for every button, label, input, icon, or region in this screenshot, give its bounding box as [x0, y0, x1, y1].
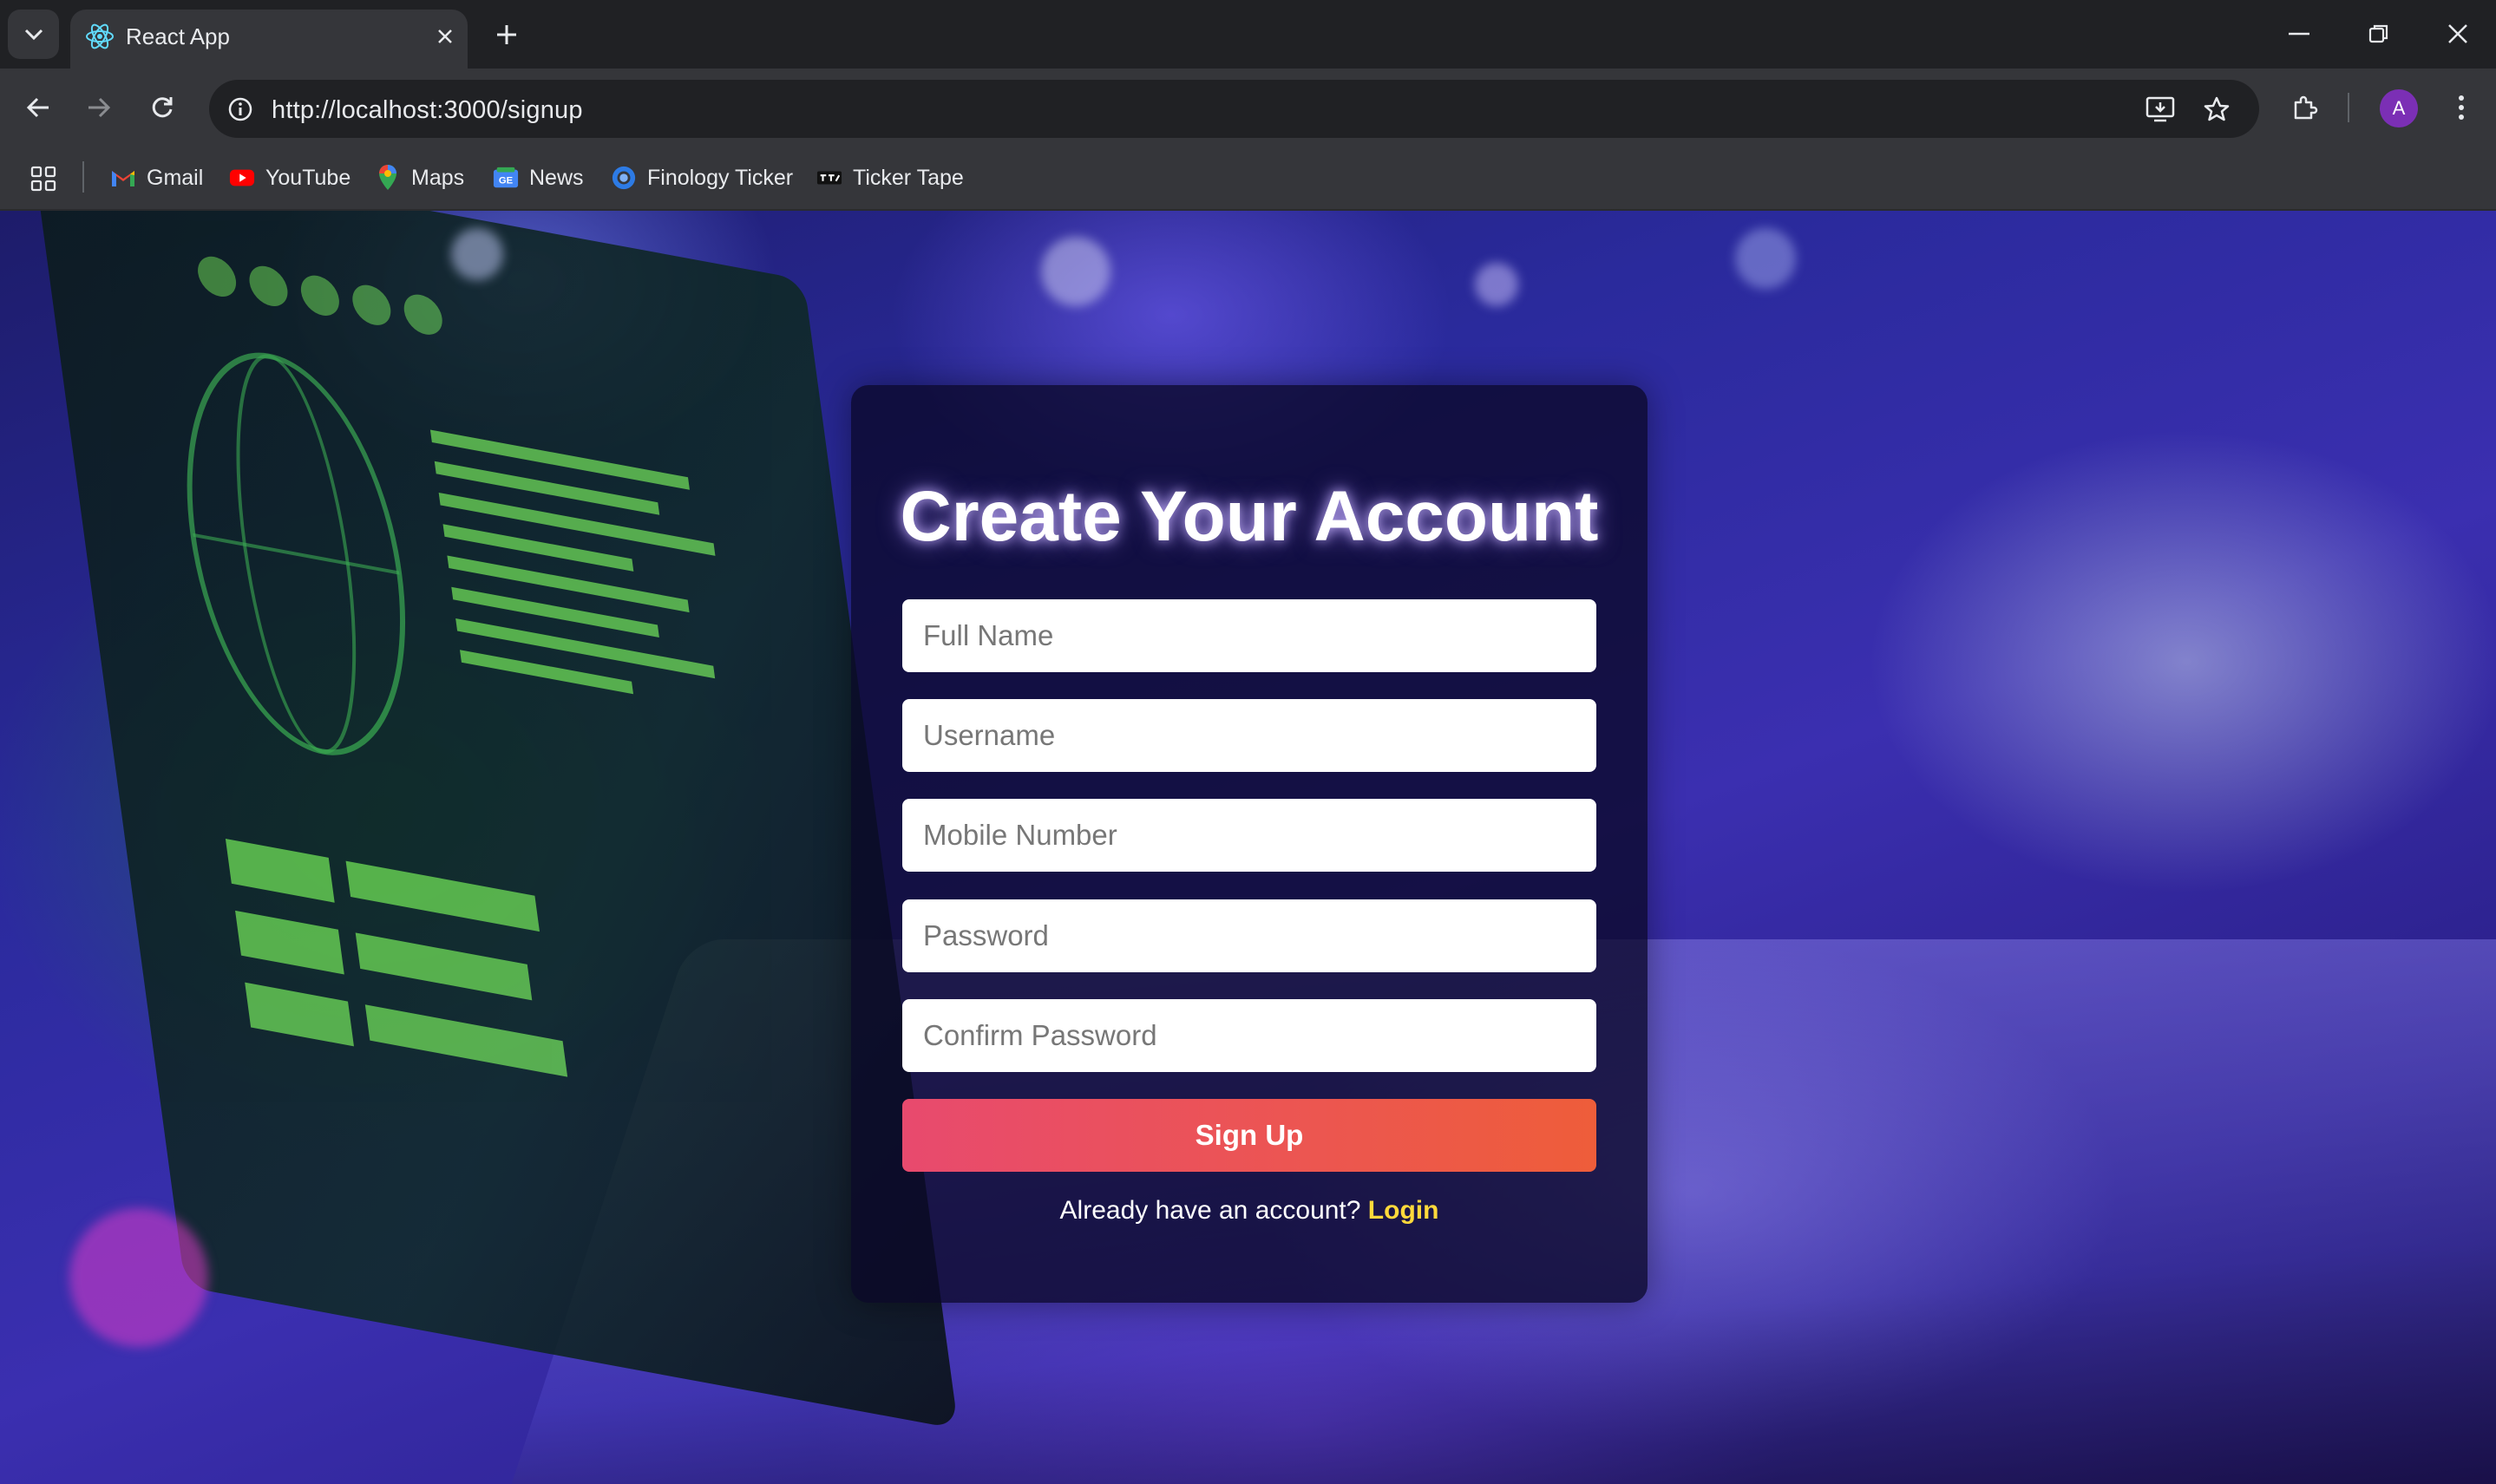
confirm-password-input[interactable] — [902, 999, 1596, 1072]
chevron-down-icon — [24, 29, 43, 40]
bookmark-youtube[interactable]: YouTube — [229, 160, 350, 196]
minimize-button[interactable] — [2273, 12, 2325, 56]
apps-grid-icon[interactable] — [26, 161, 61, 196]
username-input[interactable] — [902, 699, 1596, 772]
bookmark-news[interactable]: GE News — [493, 160, 584, 196]
close-icon — [2448, 24, 2467, 43]
background-bokeh — [69, 1208, 208, 1347]
install-app-icon[interactable] — [2141, 90, 2179, 128]
url-text[interactable]: http://localhost:3000/signup — [272, 96, 583, 125]
signup-card: Create Your Account Sign Up Already have… — [851, 385, 1648, 1303]
youtube-icon — [229, 165, 255, 191]
tab-title: React App — [126, 23, 230, 49]
bookmark-star-icon[interactable] — [2198, 90, 2236, 128]
login-link[interactable]: Login — [1368, 1196, 1439, 1225]
news-icon: GE — [493, 165, 519, 191]
signup-page: Create Your Account Sign Up Already have… — [0, 211, 2496, 1484]
mobile-number-input[interactable] — [902, 799, 1596, 872]
bookmarks-bar: Gmail YouTube Maps GE News Finology Tick… — [0, 147, 2496, 211]
new-tab-button[interactable] — [488, 17, 526, 52]
maps-icon — [375, 165, 401, 191]
login-prompt: Already have an account? Login — [851, 1196, 1648, 1226]
bookmarks-divider — [82, 161, 84, 193]
bookmark-maps[interactable]: Maps — [375, 160, 464, 196]
forward-button[interactable] — [79, 88, 119, 127]
restore-icon — [2368, 24, 2388, 43]
gmail-icon — [110, 165, 136, 191]
profile-avatar[interactable]: A — [2380, 89, 2418, 127]
password-input[interactable] — [902, 899, 1596, 972]
react-icon — [84, 21, 115, 52]
background-bokeh — [451, 228, 503, 280]
toolbar-divider — [2348, 93, 2349, 122]
background-bokeh — [1041, 237, 1110, 306]
browser-toolbar: http://localhost:3000/signup A — [0, 69, 2496, 147]
minimize-icon — [2289, 32, 2309, 36]
bookmark-finology[interactable]: Finology Ticker — [611, 160, 793, 196]
reload-button[interactable] — [142, 88, 182, 127]
browser-tabstrip: React App — [0, 0, 2496, 69]
tab-search-button[interactable] — [8, 10, 59, 59]
finology-icon — [611, 165, 637, 191]
extensions-icon[interactable] — [2285, 88, 2325, 127]
back-button[interactable] — [18, 88, 58, 127]
page-title: Create Your Account — [900, 477, 1599, 556]
full-name-input[interactable] — [902, 599, 1596, 672]
tickertape-icon — [816, 165, 842, 191]
reload-icon — [152, 97, 173, 118]
svg-text:GE: GE — [499, 176, 514, 186]
site-info-icon[interactable] — [221, 90, 259, 128]
restore-button[interactable] — [2353, 12, 2405, 56]
login-prompt-text: Already have an account? — [1059, 1196, 1361, 1225]
plus-icon — [497, 25, 516, 44]
arrow-right-icon — [88, 97, 111, 118]
background-bokeh — [1475, 263, 1518, 306]
background-bokeh — [1735, 228, 1796, 289]
sign-up-button[interactable]: Sign Up — [902, 1099, 1596, 1172]
address-bar[interactable]: http://localhost:3000/signup — [209, 80, 2259, 138]
close-icon — [438, 29, 452, 43]
arrow-left-icon — [26, 97, 49, 118]
tab-close-button[interactable] — [430, 22, 460, 51]
bookmark-gmail[interactable]: Gmail — [110, 160, 203, 196]
browser-tab-active[interactable]: React App — [70, 10, 468, 69]
menu-kebab-icon[interactable] — [2441, 88, 2481, 127]
bookmark-tickertape[interactable]: Ticker Tape — [816, 160, 964, 196]
close-window-button[interactable] — [2432, 12, 2484, 56]
